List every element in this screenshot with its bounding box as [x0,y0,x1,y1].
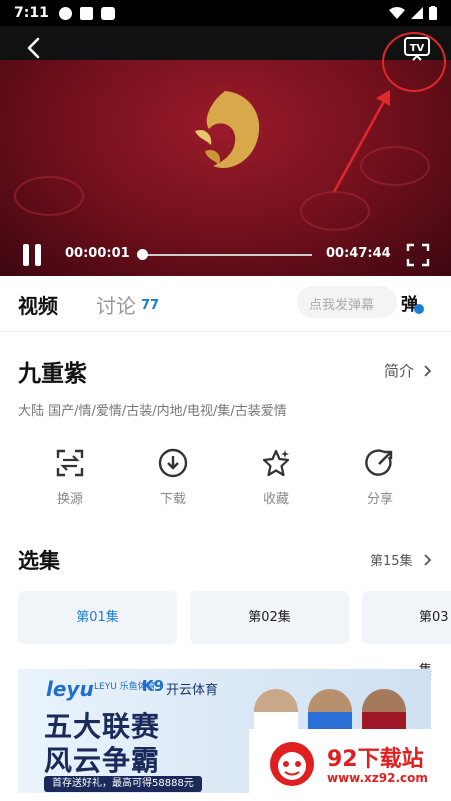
share-button[interactable]: 分享 [350,448,410,507]
fullscreen-icon[interactable] [406,243,430,267]
switch-source-button[interactable]: 换源 [40,448,100,507]
back-icon[interactable] [22,36,46,60]
ad-brand: leyu [46,677,94,701]
star-icon [262,449,290,477]
favorite-button[interactable]: 收藏 [246,448,306,507]
episode-item[interactable]: 第02集 [190,591,349,644]
cloud-pattern [14,176,84,216]
share-icon [365,449,393,476]
episodes-title: 选集 [18,549,60,573]
wifi-icon [389,7,405,19]
current-time: 00:00:01 [65,246,130,261]
chevron-right-icon [424,365,432,377]
status-bar: 7:11 [0,0,451,26]
signal-icon [411,7,423,19]
tab-video[interactable]: 视频 [18,290,58,319]
video-player[interactable]: TV 00:00:01 00:47:44 [0,26,451,276]
battery-icon [429,6,437,20]
danmu-on-indicator [414,304,424,314]
switch-source-icon [56,449,84,477]
player-controls: 00:00:01 00:47:44 [0,234,451,276]
ad-brand2: K9 [142,677,165,695]
annotation-circle [382,32,446,92]
show-title: 九重紫 [18,361,87,387]
chevron-right-icon [424,554,431,566]
pause-button[interactable] [23,244,43,266]
tabs-row: 视频 讨论 77 点我发弹幕 弹 [0,276,451,332]
intro-label: 简介 [384,362,415,380]
action-label: 分享 [366,492,393,507]
watermark-logo [270,742,314,786]
discuss-count: 77 [141,298,160,313]
action-label: 换源 [56,492,83,507]
download-icon [158,448,188,478]
alert-icon [58,6,72,20]
ad-brand2-text: 开云体育 [166,683,219,698]
episode-item[interactable]: 第01集 [18,591,177,644]
seek-knob[interactable] [137,249,148,260]
site-watermark: 92下载站 www.xz92.com [249,729,451,801]
action-label: 收藏 [262,492,289,507]
ad-headline-2: 风云争霸 [44,744,161,777]
episodes-count: 第15集 [370,554,413,569]
total-time: 00:47:44 [326,246,391,261]
seek-bar[interactable] [142,254,312,256]
action-label: 下载 [159,492,186,507]
cloud-pattern [300,191,370,231]
phoenix-logo [195,91,260,169]
watermark-url: www.xz92.com [327,771,428,785]
episode-item[interactable]: 第03集 [362,591,451,678]
tab-discuss[interactable]: 讨论 [96,290,136,319]
episodes-count-link[interactable]: 第15集 [370,550,433,569]
download-button[interactable]: 下载 [143,448,203,507]
app-notification-icon [100,6,115,20]
danmu-input[interactable]: 点我发弹幕 [297,286,397,318]
ad-promo: 首存送好礼，最高可得58888元 [44,776,202,792]
notification-a-icon [79,6,93,20]
status-time: 7:11 [14,5,49,21]
intro-link[interactable]: 简介 [384,360,433,381]
watermark-name: 92下载站 [327,747,424,772]
show-tags: 大陆 国产/情/爱情/古装/内地/电视/集/古装爱情 [18,404,287,419]
cloud-pattern [360,146,430,186]
